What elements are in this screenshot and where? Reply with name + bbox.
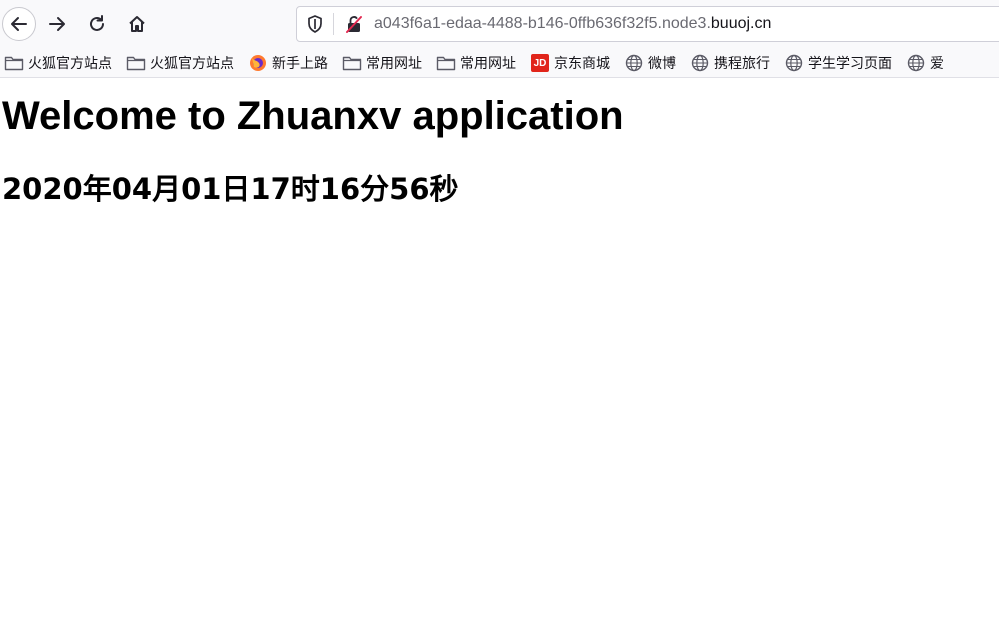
arrow-left-icon (11, 17, 27, 31)
back-button[interactable] (2, 7, 36, 41)
reload-icon (90, 15, 104, 31)
bookmark-label: 常用网址 (460, 56, 516, 72)
reload-button[interactable] (80, 7, 114, 41)
jd-icon: JD (530, 54, 550, 72)
home-icon (129, 16, 145, 32)
bookmark-label: 京东商城 (554, 56, 610, 72)
bookmark-item[interactable]: 火狐官方站点 (126, 53, 234, 73)
bookmark-item[interactable]: 爱 (906, 53, 944, 73)
navigation-toolbar: a043f6a1-edaa-4488-b146-0ffb636f32f5.nod… (0, 0, 999, 48)
folder-icon (436, 54, 456, 72)
globe-icon (624, 54, 644, 72)
globe-icon (784, 54, 804, 72)
arrow-right-icon (49, 17, 65, 31)
folder-icon (126, 54, 146, 72)
url-separator (333, 13, 334, 35)
forward-button[interactable] (40, 7, 74, 41)
bookmarks-toolbar: 火狐官方站点 火狐官方站点 新手上路 常用网址 常用网址 JD 京东商城 微博 (0, 48, 999, 78)
folder-icon (342, 54, 362, 72)
bookmark-item[interactable]: 微博 (624, 53, 676, 73)
home-button[interactable] (120, 7, 154, 41)
firefox-icon (248, 54, 268, 72)
bookmark-label: 火狐官方站点 (150, 56, 234, 72)
folder-icon (4, 54, 24, 72)
bookmark-label: 爱 (930, 56, 944, 72)
url-bar[interactable]: a043f6a1-edaa-4488-b146-0ffb636f32f5.nod… (296, 6, 999, 42)
bookmark-item[interactable]: 学生学习页面 (784, 53, 892, 73)
url-subdomain: a043f6a1-edaa-4488-b146-0ffb636f32f5.nod… (374, 15, 711, 32)
jd-icon-text: JD (531, 54, 549, 72)
page-heading: Welcome to Zhuanxv application (2, 94, 624, 138)
bookmark-label: 微博 (648, 56, 676, 72)
bookmark-item[interactable]: 常用网址 (436, 53, 516, 73)
page-datetime: 2020年04月01日17时16分56秒 (2, 172, 459, 206)
globe-icon (906, 54, 926, 72)
bookmark-item[interactable]: 火狐官方站点 (4, 53, 112, 73)
tracking-protection-shield-icon[interactable] (305, 14, 325, 34)
url-host: buuoj.cn (710, 15, 772, 32)
url-text[interactable]: a043f6a1-edaa-4488-b146-0ffb636f32f5.nod… (374, 15, 771, 33)
globe-icon (690, 54, 710, 72)
bookmark-item[interactable]: 新手上路 (248, 53, 328, 73)
bookmark-label: 火狐官方站点 (28, 56, 112, 72)
bookmark-label: 学生学习页面 (808, 56, 892, 72)
insecure-lock-icon[interactable] (344, 14, 364, 34)
bookmark-label: 携程旅行 (714, 56, 770, 72)
bookmark-item[interactable]: 常用网址 (342, 53, 422, 73)
bookmark-label: 常用网址 (366, 56, 422, 72)
bookmark-item[interactable]: 携程旅行 (690, 53, 770, 73)
bookmark-label: 新手上路 (272, 56, 328, 72)
browser-chrome: a043f6a1-edaa-4488-b146-0ffb636f32f5.nod… (0, 0, 999, 78)
bookmark-item[interactable]: JD 京东商城 (530, 53, 610, 73)
